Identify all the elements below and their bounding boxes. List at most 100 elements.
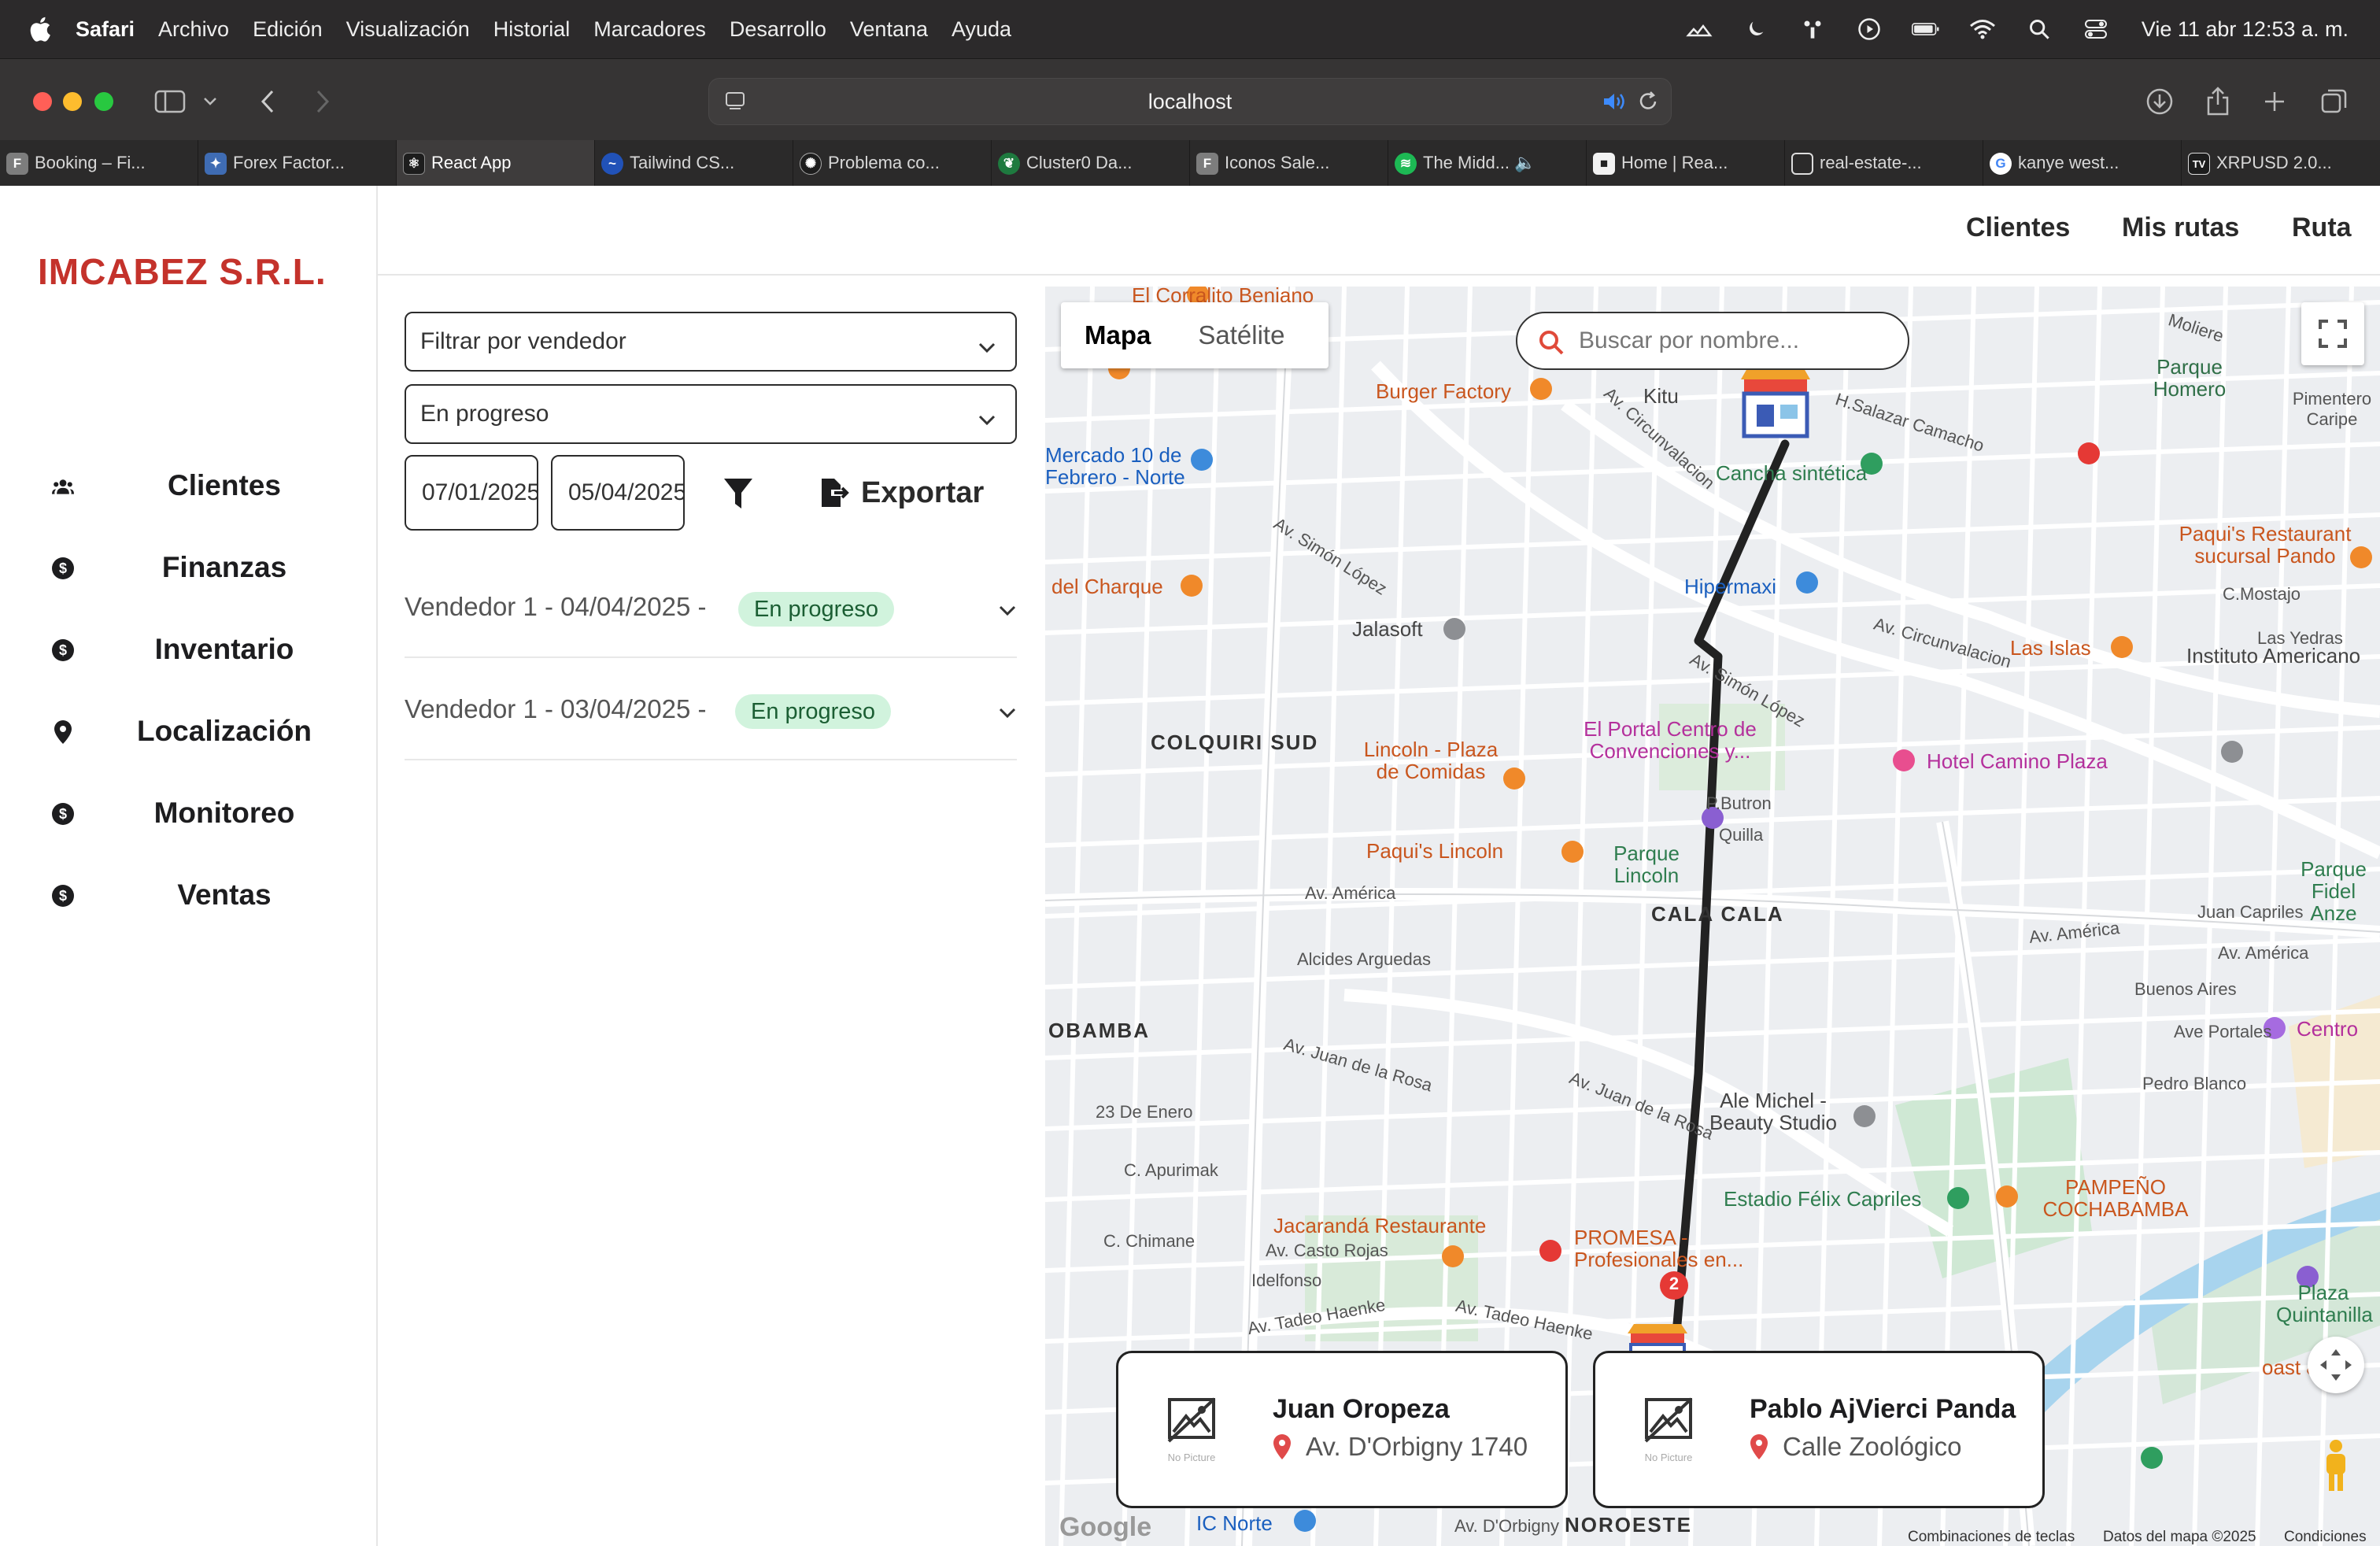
new-tab-icon[interactable] — [2259, 87, 2290, 116]
sidebar-item-monitoreo[interactable]: $ Monitoreo — [0, 778, 378, 849]
zoom-window-button[interactable] — [94, 92, 113, 111]
map-label: Jacarandá Restaurante — [1273, 1214, 1487, 1237]
sidebar-toggle-icon[interactable] — [154, 87, 186, 116]
chevron-down-icon[interactable] — [998, 707, 1017, 723]
dollar-icon: $ — [52, 557, 74, 579]
stop-card[interactable]: No Picture Juan Oropeza Av. D'Orbigny 17… — [1116, 1351, 1568, 1508]
stop-card[interactable]: No Picture Pablo AjVierci Panda Calle Zo… — [1593, 1351, 2045, 1508]
map-label: NOROESTE — [1565, 1513, 1692, 1537]
camera-control-button[interactable] — [2308, 1337, 2364, 1393]
tailwind-favicon-icon: ~ — [601, 153, 623, 175]
map-data-attribution[interactable]: Datos del mapa ©2025 — [2103, 1529, 2256, 1546]
forward-icon[interactable] — [307, 87, 338, 116]
map-tab-mapa[interactable]: Mapa — [1061, 302, 1174, 368]
tab-home[interactable]: ■ Home | Rea... — [1587, 140, 1785, 186]
google-logo[interactable]: Google — [1059, 1512, 1151, 1543]
wifi-icon[interactable] — [1968, 15, 1997, 43]
menu-desarrollo[interactable]: Desarrollo — [730, 17, 826, 42]
downloads-icon[interactable] — [2144, 87, 2175, 116]
menu-app-name[interactable]: Safari — [76, 17, 135, 42]
map-label: Av. D'Orbigny — [1454, 1516, 1559, 1536]
brand-logo[interactable]: IMCABEZ S.R.L. — [38, 250, 327, 293]
terms-link[interactable]: Condiciones — [2284, 1529, 2367, 1546]
sidebar-item-ventas[interactable]: $ Ventas — [0, 860, 378, 930]
speaker-icon[interactable] — [1602, 90, 1627, 119]
tab-xrpusd[interactable]: TV XRPUSD 2.0... — [2182, 140, 2380, 186]
no-picture-label: No Picture — [1644, 1452, 1693, 1463]
keyboard-shortcuts-link[interactable]: Combinaciones de teclas — [1908, 1529, 2075, 1546]
route-marker-number: 2 — [1669, 1274, 1680, 1293]
play-icon[interactable] — [1855, 15, 1883, 43]
tab-kanye[interactable]: Gkanye west... — [1983, 140, 2182, 186]
menu-archivo[interactable]: Archivo — [158, 17, 229, 42]
sidebar-item-finanzas[interactable]: $ Finanzas — [0, 532, 378, 603]
sidebar-item-localizacion[interactable]: Localización — [0, 696, 378, 767]
vendor-filter-select[interactable]: Filtrar por vendedor — [405, 312, 1017, 372]
export-button[interactable]: Exportar — [819, 471, 984, 515]
tab-forex-factory[interactable]: ✦ Forex Factor... — [198, 140, 397, 186]
map-label: Juan Capriles — [2197, 902, 2304, 922]
file-export-icon — [819, 477, 850, 509]
tab-iconos[interactable]: F Iconos Sale... — [1190, 140, 1388, 186]
map-tab-satelite[interactable]: Satélite — [1174, 302, 1308, 368]
chevron-down-icon[interactable] — [998, 605, 1017, 621]
tab-cluster0[interactable]: ❦ Cluster0 Da... — [992, 140, 1190, 186]
share-icon[interactable] — [2202, 87, 2234, 116]
control-center-icon[interactable] — [2082, 15, 2110, 43]
control-icon[interactable] — [1798, 15, 1827, 43]
tab-speaker-icon[interactable]: 🔈 — [1514, 153, 1536, 173]
route-map[interactable]: 2 El Corralito Beniano Burger Factory Ki… — [1045, 287, 2380, 1546]
route-row[interactable]: Vendedor 1 - 03/04/2025 - En progreso — [405, 658, 1017, 760]
menu-ventana[interactable]: Ventana — [850, 17, 928, 42]
tab-overview-icon[interactable] — [2319, 87, 2350, 116]
menu-clock[interactable]: Vie 11 abr 12:53 a. m. — [2142, 17, 2349, 42]
tab-the-middle[interactable]: ≋ The Midd... 🔈 — [1388, 140, 1587, 186]
reload-icon[interactable] — [1636, 90, 1660, 119]
topnav-clientes[interactable]: Clientes — [1966, 213, 2070, 243]
route-title: Vendedor 1 - 03/04/2025 - — [405, 694, 707, 723]
tab-problema[interactable]: ✺ Problema co... — [793, 140, 992, 186]
back-icon[interactable] — [252, 87, 283, 116]
close-window-button[interactable] — [33, 92, 52, 111]
tab-react-app[interactable]: ⚛ React App — [397, 140, 595, 186]
home-favicon-icon: ■ — [1593, 153, 1615, 175]
moon-icon[interactable] — [1742, 15, 1770, 43]
tab-booking[interactable]: F Booking – Fi... — [0, 140, 198, 186]
sidebar-item-inventario[interactable]: $ Inventario — [0, 614, 378, 685]
tab-real-estate[interactable]: real-estate-... — [1785, 140, 1983, 186]
route-row[interactable]: Vendedor 1 - 04/04/2025 - En progreso — [405, 556, 1017, 658]
macos-menu-bar: Safari Archivo Edición Visualización His… — [0, 0, 2380, 58]
date-to-input[interactable]: 05/04/2025 — [551, 455, 685, 531]
map-label: Av. América — [2218, 943, 2309, 963]
menu-historial[interactable]: Historial — [493, 17, 571, 42]
topnav-ruta[interactable]: Ruta — [2292, 213, 2352, 243]
minimize-window-button[interactable] — [63, 92, 82, 111]
map-label: Ave Portales — [2174, 1022, 2272, 1041]
menu-ayuda[interactable]: Ayuda — [952, 17, 1011, 42]
apple-logo-icon[interactable] — [27, 15, 52, 43]
map-label: P.Butron — [1706, 793, 1772, 813]
menu-extra-icon[interactable] — [1685, 15, 1713, 43]
map-label: PAMPEÑO COCHABAMBA — [2042, 1175, 2189, 1221]
fullscreen-button[interactable] — [2301, 302, 2364, 365]
topnav-mis-rutas[interactable]: Mis rutas — [2122, 213, 2239, 243]
stop-name: Juan Oropeza — [1273, 1394, 1450, 1424]
tab-tailwind[interactable]: ~ Tailwind CS... — [595, 140, 793, 186]
menu-edicion[interactable]: Edición — [253, 17, 323, 42]
address-bar[interactable]: localhost — [708, 78, 1672, 125]
chevron-down-icon[interactable] — [198, 87, 222, 116]
menu-marcadores[interactable]: Marcadores — [593, 17, 706, 42]
battery-icon[interactable] — [1911, 15, 1940, 43]
sidebar-item-clientes[interactable]: Clientes — [0, 450, 378, 521]
location-pin-icon — [1750, 1434, 1768, 1459]
spotlight-search-icon[interactable] — [2025, 15, 2053, 43]
filter-funnel-icon[interactable] — [722, 477, 760, 515]
svg-text:$: $ — [59, 642, 67, 658]
shop-marker-icon — [1628, 1324, 1687, 1356]
street-view-pegman[interactable] — [2308, 1437, 2364, 1494]
map-search-input[interactable]: Buscar por nombre... — [1516, 312, 1909, 370]
menu-visualizacion[interactable]: Visualización — [346, 17, 470, 42]
page-menu-icon[interactable] — [723, 90, 747, 119]
date-from-input[interactable]: 07/01/2025 — [405, 455, 538, 531]
status-filter-select[interactable]: En progreso — [405, 384, 1017, 444]
